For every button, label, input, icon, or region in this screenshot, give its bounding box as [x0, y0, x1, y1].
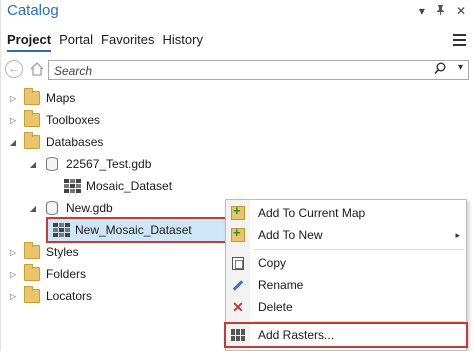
tree-item-label: Maps: [46, 91, 76, 105]
expand-arrow-icon[interactable]: ▷: [7, 248, 19, 257]
tree-item-label: Locators: [46, 289, 93, 303]
geodatabase-icon: [46, 157, 58, 171]
home-icon[interactable]: [28, 60, 46, 78]
catalog-pane: Catalog ▾ ✕ Project Portal Favorites His…: [0, 0, 474, 351]
search-box[interactable]: Search ▾: [48, 60, 469, 80]
pane-title: Catalog: [7, 2, 59, 19]
add-to-new-icon: [231, 225, 245, 242]
tree-item-label: Toolboxes: [46, 113, 101, 127]
catalog-tabs: Project Portal Favorites History: [7, 32, 203, 52]
copy-icon: [232, 256, 244, 270]
expand-arrow-icon[interactable]: ▷: [7, 116, 19, 125]
tree-item-new-mosaic-dataset[interactable]: New_Mosaic_Dataset: [46, 217, 234, 243]
expand-arrow-icon[interactable]: ▷: [7, 94, 19, 103]
tree-item-folders[interactable]: ▷ Folders: [7, 263, 86, 285]
tree-item-label: 22567_Test.gdb: [66, 157, 152, 171]
tree-item-label: Folders: [46, 267, 87, 281]
search-options-chevron-icon[interactable]: ▾: [458, 62, 463, 73]
search-input[interactable]: Search: [54, 64, 92, 78]
menu-item-label: Rename: [258, 278, 304, 292]
collapse-arrow-icon[interactable]: ◢: [27, 160, 39, 169]
navigation-bar: ←: [5, 60, 46, 78]
tree-item-label: Databases: [46, 135, 104, 149]
tree-item-toolboxes[interactable]: ▷ Toolboxes: [7, 109, 100, 131]
tree-item-new-gdb[interactable]: ◢ New.gdb: [27, 197, 113, 219]
add-to-map-icon: [231, 203, 245, 220]
pin-icon[interactable]: [435, 4, 446, 17]
menu-item-label: Add To Current Map: [258, 206, 366, 220]
tree-item-label: New_Mosaic_Dataset: [75, 223, 192, 237]
search-icon[interactable]: [434, 62, 446, 78]
submenu-arrow-icon: ▸: [455, 229, 460, 240]
add-rasters-icon: [231, 329, 245, 341]
tab-portal[interactable]: Portal: [59, 32, 93, 52]
folder-icon: [24, 110, 40, 127]
collapse-arrow-icon[interactable]: ◢: [27, 204, 39, 213]
pane-title-controls: ▾ ✕: [419, 4, 466, 17]
menu-item-add-to-new[interactable]: Add To New ▸: [226, 224, 466, 246]
menu-item-delete[interactable]: ✕ Delete: [226, 296, 466, 318]
collapse-arrow-icon[interactable]: ◢: [7, 138, 19, 147]
menu-separator: [254, 249, 464, 250]
menu-item-label: Add Rasters...: [258, 328, 335, 342]
mosaic-dataset-icon: [53, 223, 70, 237]
folder-icon: [24, 132, 40, 149]
tree-item-maps[interactable]: ▷ Maps: [7, 87, 75, 109]
menu-item-rename[interactable]: Rename: [226, 274, 466, 296]
tree-item-locators[interactable]: ▷ Locators: [7, 285, 92, 307]
tree-item-styles[interactable]: ▷ Styles: [7, 241, 79, 263]
menu-item-label: Copy: [258, 256, 287, 270]
menu-item-label: Delete: [258, 300, 293, 314]
folder-icon: [24, 242, 40, 259]
geodatabase-icon: [46, 201, 58, 215]
folder-icon: [24, 264, 40, 281]
tab-favorites[interactable]: Favorites: [101, 32, 154, 52]
tree-item-label: Mosaic_Dataset: [86, 179, 173, 193]
menu-item-label: Add To New: [258, 228, 323, 242]
menu-separator: [254, 321, 464, 322]
tree-item-label: Styles: [46, 245, 79, 259]
folder-icon: [24, 88, 40, 105]
menu-item-copy[interactable]: Copy: [226, 252, 466, 274]
tree-item-databases[interactable]: ◢ Databases: [7, 131, 103, 153]
context-menu: Add To Current Map Add To New ▸ Copy Ren…: [224, 199, 468, 351]
tree-item-mosaic-dataset[interactable]: Mosaic_Dataset: [47, 175, 172, 197]
menu-item-add-to-current-map[interactable]: Add To Current Map: [226, 202, 466, 224]
tab-project[interactable]: Project: [7, 32, 52, 52]
folder-icon: [24, 286, 40, 303]
expand-arrow-icon[interactable]: ▷: [7, 292, 19, 301]
close-icon[interactable]: ✕: [456, 5, 466, 17]
back-arrow-icon[interactable]: ←: [5, 60, 23, 78]
expand-arrow-icon[interactable]: ▷: [7, 270, 19, 279]
tab-history[interactable]: History: [163, 32, 203, 52]
mosaic-dataset-icon: [64, 179, 81, 193]
menu-item-add-rasters[interactable]: Add Rasters...: [224, 322, 468, 348]
tree-item-label: New.gdb: [66, 201, 113, 215]
hamburger-menu-icon[interactable]: [453, 34, 466, 49]
pane-options-icon[interactable]: ▾: [419, 5, 425, 17]
rename-icon: [232, 279, 244, 291]
delete-icon: ✕: [232, 298, 244, 315]
tree-item-22567-test-gdb[interactable]: ◢ 22567_Test.gdb: [27, 153, 151, 175]
